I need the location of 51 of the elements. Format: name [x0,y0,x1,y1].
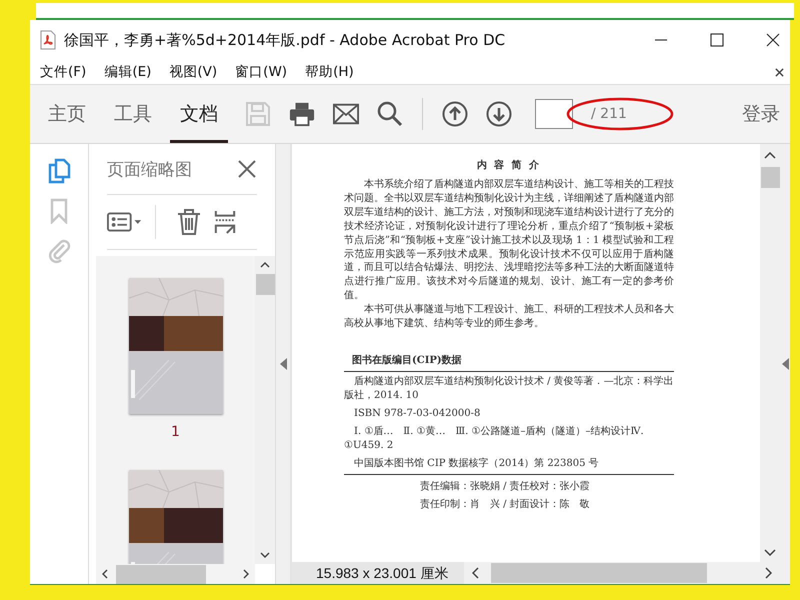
scroll-down-icon[interactable] [764,549,776,556]
scroll-left-icon[interactable] [102,569,108,579]
paperclip-icon[interactable] [47,238,71,264]
maximize-icon[interactable] [710,33,724,47]
scroll-thumb[interactable] [116,564,206,584]
paragraph: 本书系统介绍了盾构隧道内部双层车道结构设计、施工等相关的工程技术问题。全书以双层车道结构预制化设计为主线，详细阐述了盾构隧道内部双层车道结构的设计、施工方法，对预制和现浇车道结构设计进行了充分的技术经济论证，对预制化设计进行了理论分析，重点介绍了“预制板+梁板节点后浇”和“预制板+支座”设计施工技术以及现场 1：1 模型试验和工程示范应用实践等一系列技术成果。预制化设计技术不仅可以应用于盾构隧道，而且可以结合钻爆法、明挖法、浅埋暗挖法等多种工法的大断面隧道特点进行推广应用。该技术对今后隧道的规划、设计、施工有一定的参考价值。 [344,178,674,304]
credit-line: 责任编辑：张晓娟 / 责任校对：张小霞 [420,480,591,493]
pages-icon[interactable] [47,158,71,184]
menu-item[interactable]: 编辑(E) [104,63,152,81]
mail-icon[interactable] [333,101,359,127]
scroll-down-icon[interactable] [260,552,270,558]
window-title: 徐国平，李勇+著%5d+2014年版.pdf - Adobe Acrobat Pro DC [64,30,506,50]
menu-item[interactable]: 窗口(W) [235,63,288,81]
credit-line: 责任印制：肖 兴 / 封面设计：陈 敬 [420,498,591,511]
toolbar-tab[interactable]: 工具 [104,85,162,143]
cip-entry: ISBN 978-7-03-042000-8 [353,406,482,421]
arrow-up-icon[interactable] [442,101,468,127]
pdf-file-icon [40,30,56,50]
panel-title: 页面缩略图 [107,158,192,180]
close-icon[interactable] [766,33,780,47]
login-button[interactable]: 登录 [736,100,786,128]
crop-pages-icon[interactable] [214,208,236,236]
cip-heading: 图书在版编目(CIP)数据 [344,352,674,372]
scroll-left-icon[interactable] [472,567,479,579]
options-menu-icon[interactable] [107,210,143,234]
scroll-right-icon[interactable] [243,569,249,579]
scroll-right-icon[interactable] [765,567,772,579]
arrow-down-icon[interactable] [486,101,512,127]
page-number-field[interactable] [535,99,573,129]
section-heading: 内 容 简 介 [476,158,542,172]
toolbar-tab[interactable]: 文档 [170,85,228,143]
print-icon[interactable] [289,101,315,127]
paragraph: 本书可供从事隧道与地下工程设计、施工、科研的工程技术人员和各大高校从事地下建筑、结构等专业的师生参考。 [344,303,674,331]
scroll-thumb[interactable] [760,167,780,188]
collapse-left-icon[interactable] [280,358,286,370]
menu-item[interactable]: 帮助(H) [305,63,354,81]
close-icon[interactable] [775,68,784,76]
scroll-up-icon[interactable] [260,262,270,268]
scroll-thumb[interactable] [491,563,707,583]
menu-item[interactable]: 视图(V) [169,63,218,81]
toolbar-tab[interactable]: 主页 [38,85,96,143]
page-total: / 211 [581,106,637,122]
scroll-thumb[interactable] [256,274,274,295]
page-number-label: 1 [171,424,180,440]
search-icon[interactable] [377,101,403,127]
cip-number: 中国版本图书馆 CIP 数据核字（2014）第 223805 号 [353,456,600,471]
trash-icon[interactable] [176,208,202,236]
cip-entry: 盾构隧道内部双层车道结构预制化设计技术 / 黄俊等著．—北京：科学出版社，2014. 10 [344,374,674,403]
cip-entry: Ⅰ. ①盾… Ⅱ. ①黄… Ⅲ. ①公路隧道–盾构（隧道）–结构设计Ⅳ. ①U459. 2 [344,424,645,453]
menu-item[interactable]: 文件(F) [40,63,86,81]
scroll-up-icon[interactable] [764,152,776,159]
